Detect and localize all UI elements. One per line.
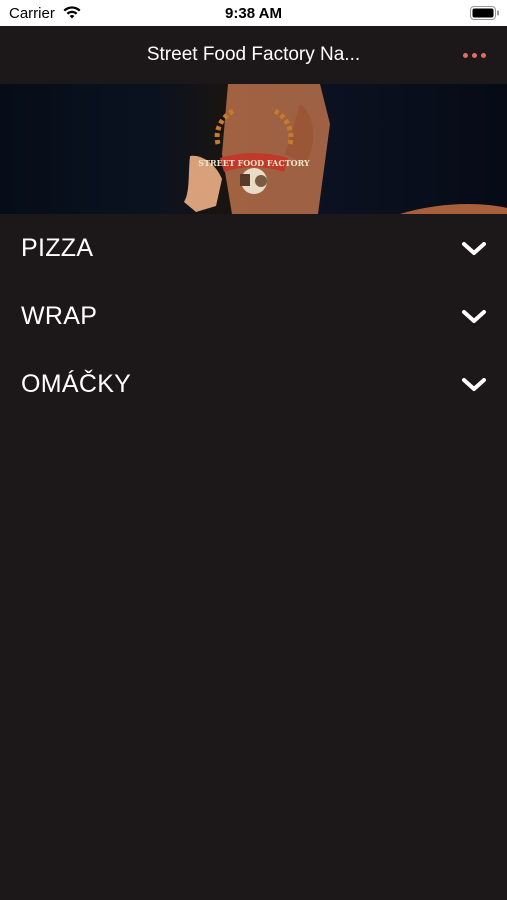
menu-category-label: WRAP bbox=[21, 302, 98, 330]
header-banner-image: STREET FOOD FACTORY bbox=[0, 84, 507, 214]
ellipsis-icon bbox=[462, 52, 468, 58]
chevron-down-icon bbox=[462, 378, 486, 391]
menu-category-label: PIZZA bbox=[21, 234, 94, 262]
svg-text:STREET FOOD FACTORY: STREET FOOD FACTORY bbox=[198, 158, 310, 168]
page-title: Street Food Factory Na... bbox=[146, 44, 361, 65]
battery-icon bbox=[470, 6, 499, 20]
navigation-bar: Street Food Factory Na... bbox=[0, 26, 507, 84]
menu-category-wrap[interactable]: WRAP bbox=[0, 282, 507, 350]
menu-category-list: PIZZA WRAP OMÁČKY bbox=[0, 214, 507, 418]
menu-category-label: OMÁČKY bbox=[21, 370, 132, 398]
menu-category-omacky[interactable]: OMÁČKY bbox=[0, 350, 507, 418]
chevron-down-icon bbox=[462, 242, 486, 255]
status-bar: Carrier 9:38 AM bbox=[0, 0, 507, 26]
status-time: 9:38 AM bbox=[225, 5, 282, 22]
menu-category-pizza[interactable]: PIZZA bbox=[0, 214, 507, 282]
chevron-down-icon bbox=[462, 310, 486, 323]
more-options-button[interactable] bbox=[458, 44, 490, 66]
